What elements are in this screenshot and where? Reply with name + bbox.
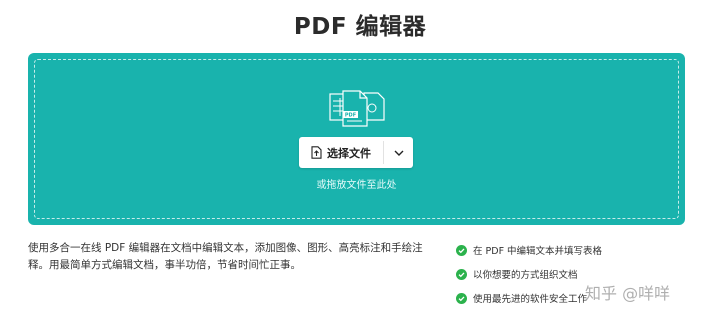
drop-hint: 或拖放文件至此处 [316,180,397,191]
choose-file-button[interactable]: 选择文件 [299,137,383,168]
watermark-text: 知乎 @咩咩 [585,284,671,303]
files-icon: PDF [329,90,385,127]
choose-file-group: 选择文件 [299,137,413,168]
svg-text:PDF: PDF [345,113,356,119]
chevron-down-icon [394,150,403,156]
watermark: 知乎 @咩咩 [585,280,670,304]
check-circle-icon [456,268,467,280]
file-upload-icon [311,146,322,159]
description-text: 使用多合一在线 PDF 编辑器在文档中编辑文本，添加图像、图形、高亮标注和手绘注… [28,242,423,271]
check-circle-icon [456,244,467,256]
feature-label: 以你想要的方式组织文档 [473,270,578,281]
pdf-editor-page: PDF 编辑器 PDF 选择文件 或拖放文件至此处 使用多合一在线 PDF 编辑… [0,0,720,321]
choose-file-label: 选择文件 [327,146,371,160]
feature-label: 使用最先进的软件安全工作 [473,294,588,305]
upload-options-dropdown[interactable] [384,137,413,168]
page-title: PDF 编辑器 [293,14,427,40]
feature-label: 在 PDF 中编辑文本并填写表格 [473,246,603,257]
feature-item: 在 PDF 中编辑文本并填写表格 [456,238,696,262]
check-circle-icon [456,292,467,304]
